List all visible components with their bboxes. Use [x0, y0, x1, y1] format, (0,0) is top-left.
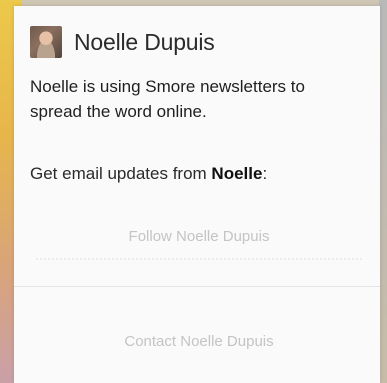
author-bio: Noelle is using Smore newsletters to spr… — [30, 77, 305, 121]
author-header: Noelle Dupuis — [30, 26, 215, 58]
email-updates-prefix: Get email updates from — [30, 164, 212, 183]
email-updates-suffix: : — [262, 164, 268, 183]
divider — [14, 286, 380, 287]
email-updates-text: Get email updates from Noelle: — [30, 164, 267, 184]
author-name[interactable]: Noelle Dupuis — [74, 29, 215, 56]
background-right — [379, 0, 387, 383]
avatar[interactable] — [30, 26, 62, 58]
contact-button[interactable]: Contact Noelle Dupuis — [36, 318, 362, 364]
author-card: Noelle Dupuis Noelle is using Smore news… — [14, 6, 380, 383]
email-updates-name: Noelle — [211, 164, 263, 183]
follow-button[interactable]: Follow Noelle Dupuis — [36, 214, 362, 260]
